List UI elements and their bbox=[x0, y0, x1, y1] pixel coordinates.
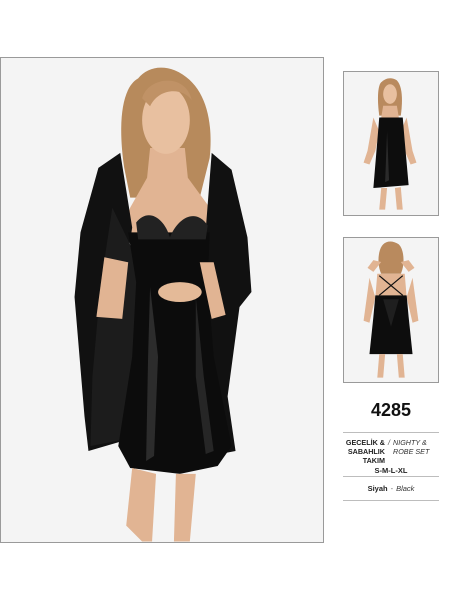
color-english: Black bbox=[396, 484, 415, 493]
model-photo-back bbox=[344, 238, 438, 382]
color-turkish: Siyah bbox=[367, 484, 388, 493]
size-range: S-M-L-XL bbox=[374, 466, 408, 475]
model-photo-main bbox=[1, 58, 323, 542]
thumbnail-front-view[interactable] bbox=[343, 71, 439, 216]
divider-middle bbox=[343, 476, 439, 477]
product-code: 4285 bbox=[370, 400, 412, 420]
product-color: Siyah - Black bbox=[343, 484, 439, 493]
model-photo-front bbox=[344, 72, 438, 215]
thumbnail-back-view[interactable] bbox=[343, 237, 439, 383]
product-type: GECELİK & SABAHLIK TAKIM / NIGHTY & ROBE… bbox=[343, 438, 443, 465]
product-type-separator: / bbox=[388, 438, 390, 447]
divider-bottom bbox=[343, 500, 439, 501]
product-type-turkish: GECELİK & SABAHLIK TAKIM bbox=[345, 438, 385, 465]
product-type-english: NIGHTY & ROBE SET bbox=[393, 438, 430, 456]
color-separator: - bbox=[390, 484, 394, 493]
divider-top bbox=[343, 432, 439, 433]
main-product-photo bbox=[0, 57, 324, 543]
